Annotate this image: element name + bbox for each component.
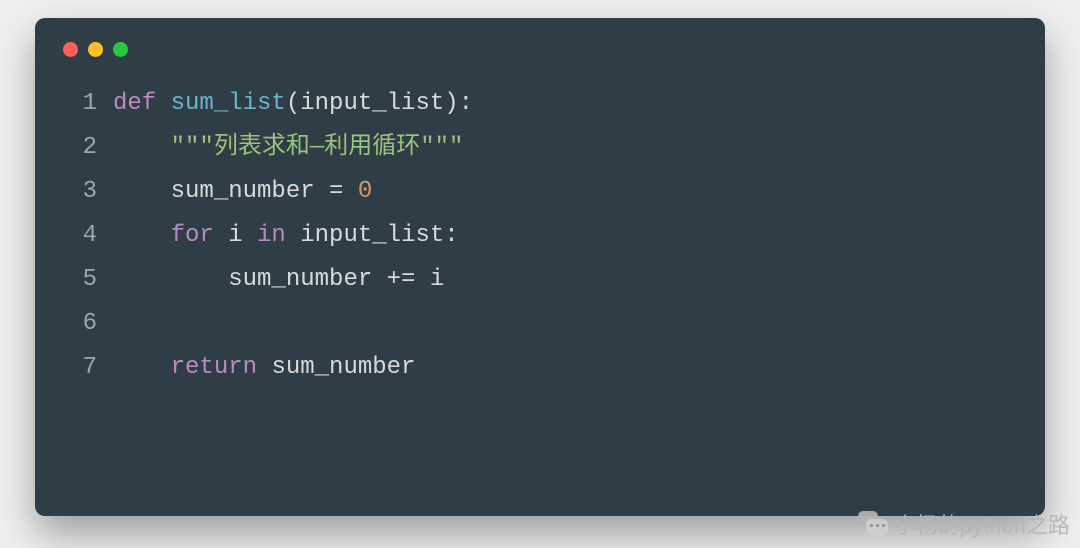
code-content: sum_number = 0 xyxy=(113,170,372,214)
line-number: 2 xyxy=(41,126,113,170)
code-line: 3 sum_number = 0 xyxy=(41,170,1039,214)
line-number: 7 xyxy=(41,346,113,390)
traffic-lights xyxy=(63,42,128,57)
code-area: 1def sum_list(input_list):2 """列表求和—利用循环… xyxy=(35,50,1045,400)
close-icon xyxy=(63,42,78,57)
line-number: 5 xyxy=(41,258,113,302)
code-line: 4 for i in input_list: xyxy=(41,214,1039,258)
line-number: 4 xyxy=(41,214,113,258)
wechat-icon xyxy=(858,511,888,537)
minimize-icon xyxy=(88,42,103,57)
code-line: 1def sum_list(input_list): xyxy=(41,82,1039,126)
code-content: def sum_list(input_list): xyxy=(113,82,473,126)
code-content: for i in input_list: xyxy=(113,214,459,258)
code-line: 7 return sum_number xyxy=(41,346,1039,390)
code-line: 5 sum_number += i xyxy=(41,258,1039,302)
code-content: return sum_number xyxy=(113,346,415,390)
watermark: 小杨的python之路 xyxy=(858,508,1070,540)
code-content: """列表求和—利用循环""" xyxy=(113,126,463,170)
line-number: 6 xyxy=(41,302,113,346)
code-window: 1def sum_list(input_list):2 """列表求和—利用循环… xyxy=(35,18,1045,516)
code-line: 2 """列表求和—利用循环""" xyxy=(41,126,1039,170)
maximize-icon xyxy=(113,42,128,57)
watermark-text: 小杨的python之路 xyxy=(894,508,1070,540)
line-number: 1 xyxy=(41,82,113,126)
code-content: sum_number += i xyxy=(113,258,444,302)
line-number: 3 xyxy=(41,170,113,214)
code-line: 6 xyxy=(41,302,1039,346)
